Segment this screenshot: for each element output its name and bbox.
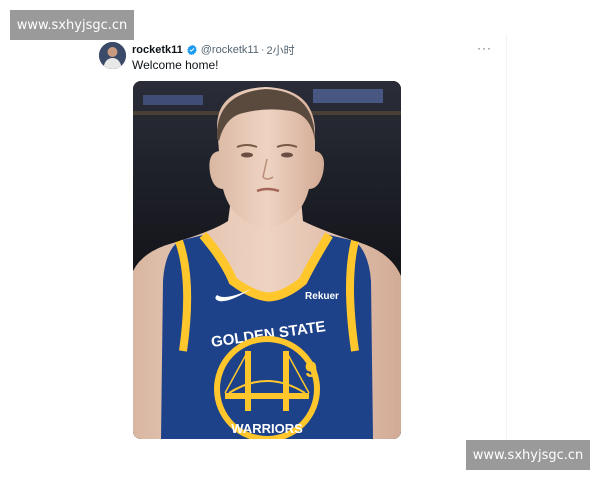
- separator: ·: [260, 44, 265, 56]
- tweet-media[interactable]: GOLDEN STATE Rekuer 9 WARRIORS: [133, 81, 401, 439]
- avatar[interactable]: [99, 42, 126, 69]
- watermark-text: www.sxhyjsgc.cn: [16, 17, 128, 33]
- timestamp[interactable]: 2小时: [266, 42, 294, 58]
- sponsor-text: Rekuer: [305, 291, 339, 302]
- tweet-header: rocketk11 @rocketk11 · 2小时: [132, 42, 295, 58]
- handle[interactable]: @rocketk11: [201, 44, 259, 56]
- tweet-text: Welcome home!: [132, 58, 219, 72]
- watermark-bottom: www.sxhyjsgc.cn: [466, 440, 590, 470]
- avatar-image: [99, 42, 126, 69]
- verified-icon: [187, 44, 197, 56]
- player-photo: GOLDEN STATE Rekuer 9 WARRIORS: [133, 81, 401, 439]
- display-name[interactable]: rocketk11: [132, 44, 183, 56]
- jersey-bottom-text: WARRIORS: [231, 421, 303, 436]
- more-icon[interactable]: ···: [477, 41, 492, 55]
- watermark-text: www.sxhyjsgc.cn: [472, 447, 584, 463]
- tweet-card[interactable]: rocketk11 @rocketk11 · 2小时 ··· Welcome h…: [92, 34, 507, 450]
- jersey-number: 9: [305, 357, 317, 382]
